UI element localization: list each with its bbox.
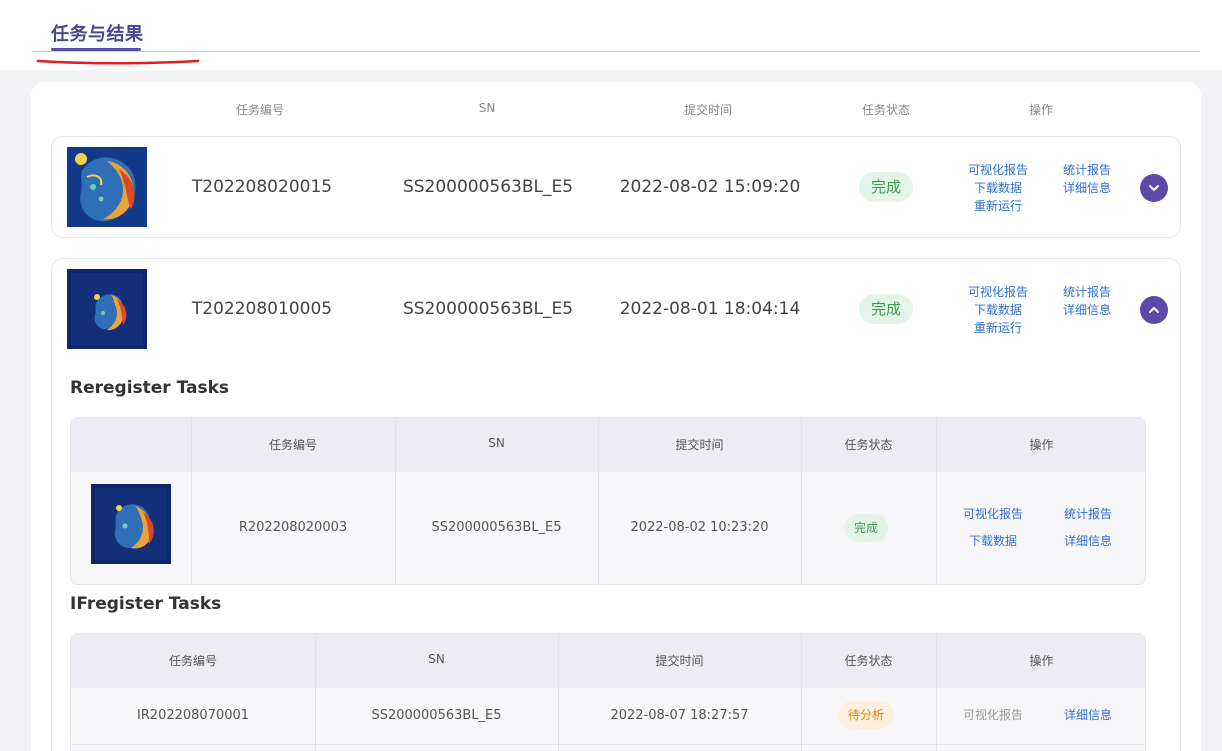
- tab-task-results[interactable]: 任务与结果: [51, 20, 144, 46]
- task-id: R202208020003: [238, 520, 348, 535]
- chevron-down-icon: [1149, 185, 1159, 191]
- header-submit-time: 提交时间: [683, 103, 732, 117]
- task-sn: SS200000563BL_E5: [371, 708, 502, 723]
- rerun-link[interactable]: 重新运行: [974, 197, 1022, 214]
- tab-divider: [32, 51, 1200, 52]
- tissue-thumbnail: [67, 269, 147, 349]
- header-task-id: 任务编号: [168, 654, 217, 668]
- header-actions: 操作: [1029, 438, 1054, 452]
- details-link[interactable]: 详细信息: [1063, 179, 1111, 196]
- collapse-toggle-button[interactable]: [1140, 296, 1168, 324]
- viz-report-link[interactable]: 可视化报告: [968, 283, 1028, 300]
- header-sn: SN: [478, 101, 496, 115]
- header-task-id: 任务编号: [268, 438, 317, 452]
- viz-report-link-disabled: 可视化报告: [963, 708, 1024, 722]
- header-submit-time: 提交时间: [655, 654, 704, 668]
- details-link[interactable]: 详细信息: [1064, 532, 1112, 549]
- status-badge: 待分析: [838, 701, 895, 729]
- tab-bar: 任务与结果: [0, 0, 1222, 70]
- header-status: 任务状态: [844, 654, 893, 668]
- header-actions: 操作: [1028, 103, 1053, 117]
- header-task-id: 任务编号: [235, 103, 284, 117]
- header-sn: SN: [428, 652, 445, 666]
- viz-report-link[interactable]: 可视化报告: [963, 505, 1023, 522]
- stats-report-link[interactable]: 统计报告: [1064, 505, 1112, 522]
- details-link[interactable]: 详细信息: [1064, 706, 1112, 723]
- ifregister-section-title: IFregister Tasks: [70, 594, 222, 614]
- download-data-link[interactable]: 下载数据: [974, 179, 1022, 196]
- download-data-link[interactable]: 下载数据: [969, 532, 1017, 549]
- task-submit-time: 2022-08-02 10:23:20: [630, 520, 769, 535]
- chevron-up-icon: [1149, 307, 1159, 313]
- details-link[interactable]: 详细信息: [1063, 301, 1111, 318]
- header-sn: SN: [488, 436, 505, 450]
- task-sn: SS200000563BL_E5: [402, 177, 574, 197]
- task-submit-time: 2022-08-02 15:09:20: [619, 177, 801, 197]
- reregister-section-title: Reregister Tasks: [70, 378, 230, 398]
- reregister-table: 任务编号 SN 提交时间 任务状态 操作 R202208020003 SS200…: [70, 417, 1146, 585]
- task-id: T202208010005: [191, 299, 333, 319]
- status-badge: 完成: [844, 514, 889, 542]
- task-id: T202208020015: [191, 177, 333, 197]
- task-submit-time: 2022-08-07 18:27:57: [610, 708, 749, 723]
- stats-report-link[interactable]: 统计报告: [1063, 161, 1111, 178]
- task-sn: SS200000563BL_E5: [431, 520, 562, 535]
- header-status: 任务状态: [861, 103, 910, 117]
- viz-report-link[interactable]: 可视化报告: [968, 161, 1028, 178]
- task-id: IR202208070001: [136, 708, 250, 723]
- download-data-link[interactable]: 下载数据: [974, 301, 1022, 318]
- rerun-link[interactable]: 重新运行: [974, 319, 1022, 336]
- status-badge: 完成: [859, 172, 914, 202]
- header-actions: 操作: [1029, 654, 1054, 668]
- tissue-thumbnail: [91, 484, 171, 564]
- header-status: 任务状态: [844, 438, 893, 452]
- ifregister-table: 任务编号 SN 提交时间 任务状态 操作 IR202208070001 SS20…: [70, 633, 1146, 751]
- task-sn: SS200000563BL_E5: [402, 299, 574, 319]
- status-badge: 完成: [859, 294, 914, 324]
- red-underline-annotation: [36, 59, 200, 65]
- tissue-thumbnail: [67, 147, 147, 227]
- expand-toggle-button[interactable]: [1140, 174, 1168, 202]
- task-submit-time: 2022-08-01 18:04:14: [619, 299, 801, 319]
- header-submit-time: 提交时间: [675, 438, 724, 452]
- row-divider: [71, 744, 1145, 745]
- stats-report-link[interactable]: 统计报告: [1063, 283, 1111, 300]
